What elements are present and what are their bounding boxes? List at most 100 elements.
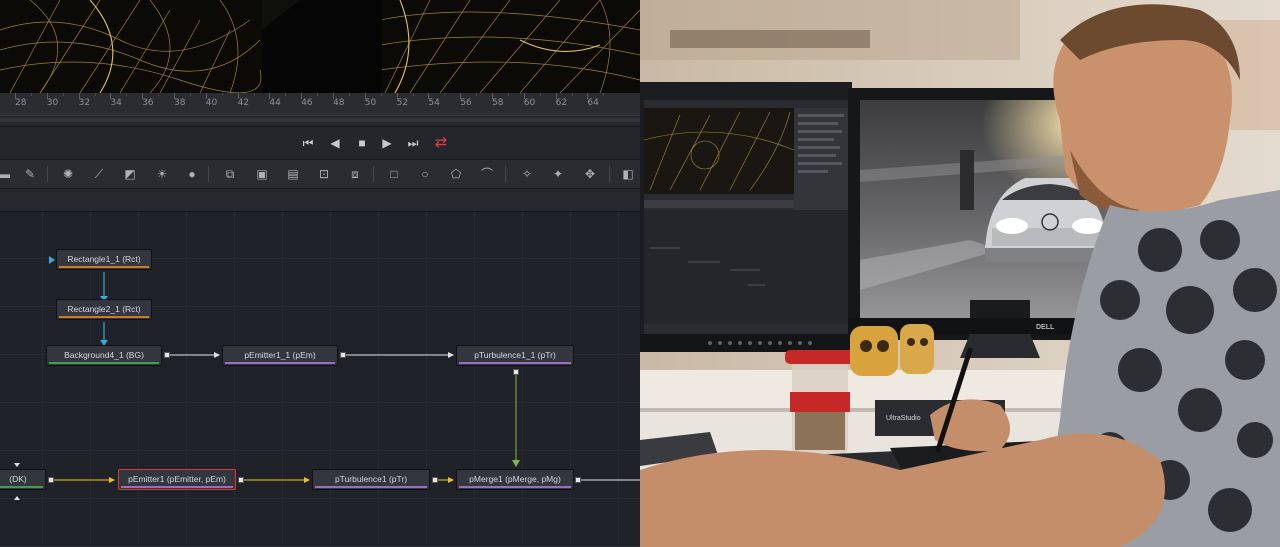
ruler-minor-tick <box>444 93 446 96</box>
skip-to-end-button[interactable]: ⏭ <box>402 133 424 153</box>
node-output-port[interactable] <box>432 477 438 483</box>
time-scrub-bar[interactable] <box>0 116 640 127</box>
ruler-tick-label: 62 <box>555 98 568 108</box>
matte-icon[interactable]: ▣ <box>252 164 272 184</box>
node-label: (DK) <box>9 474 27 484</box>
brightness-icon[interactable]: ☀ <box>152 164 172 184</box>
ruler-tick-label: 44 <box>269 98 281 108</box>
curves-icon[interactable]: ⟋ <box>89 164 109 184</box>
ruler-tick-label: 60 <box>523 98 536 108</box>
node-pturbulence1[interactable]: pTurbulence1 (pTr) <box>312 469 430 490</box>
ruler-tick-label: 48 <box>333 98 345 108</box>
transport-controls: ⏮ ◀ ■ ▶ ⏭ ⇄ <box>0 127 640 160</box>
ruler-minor-tick <box>571 93 573 96</box>
node-rectangle2-1[interactable]: Rectangle2_1 (Rct) <box>56 299 152 320</box>
ruler-minor-tick <box>348 93 350 96</box>
timeline-ruler[interactable]: 28 30 32 34 36 38 40 42 44 46 48 50 52 54 56 58 60 62 64 <box>0 93 640 116</box>
workstation-photo-illustration <box>640 0 1280 547</box>
node-output-port[interactable] <box>238 477 244 483</box>
tracker-icon[interactable]: ✧ <box>517 164 537 184</box>
ruler-minor-tick <box>221 93 223 96</box>
renderer-3d-icon[interactable]: ◧ <box>618 164 638 184</box>
monitor-brand: DELL <box>1036 324 1055 331</box>
play-button[interactable]: ▶ <box>376 133 398 153</box>
ruler-tick-label: 32 <box>78 98 91 108</box>
ellipse-mask-icon[interactable]: ○ <box>415 164 435 184</box>
ruler-tick-label: 30 <box>46 98 59 108</box>
rectangle-mask-icon[interactable]: □ <box>384 164 404 184</box>
viewer-panel[interactable] <box>0 0 640 93</box>
paint-tool-icon[interactable]: ▬ <box>0 164 14 184</box>
workstation-photo: UltraStudio DELL <box>640 0 1280 547</box>
ruler-tick-label: 56 <box>460 98 472 108</box>
node-output-port[interactable] <box>575 477 581 483</box>
ruler-tick-label: 28 <box>15 98 27 108</box>
ruler-tick-label: 50 <box>364 98 377 108</box>
ruler-tick-label: 46 <box>301 98 313 108</box>
node-label: Background4_1 (BG) <box>64 350 144 360</box>
node-output-port[interactable] <box>513 369 519 375</box>
tools-toolbar: ▬ ✎ ✺ ⟋ ◩ ☀ ● ⧉ ▣ ▤ ⊡ ⧈ □ ○ ⬠ ⌒ ✧ ✦ ✥ ◧ <box>0 160 640 189</box>
loop-button[interactable]: ⇄ <box>430 133 452 153</box>
ruler-minor-tick <box>507 93 509 96</box>
ruler-minor-tick <box>253 93 255 96</box>
ruler-minor-tick <box>603 93 605 96</box>
ruler-tick-label: 58 <box>492 98 504 108</box>
node-background4-1[interactable]: Background4_1 (BG) <box>46 345 162 366</box>
ruler-tick-label: 38 <box>174 98 186 108</box>
node-pemitter1[interactable]: pEmitter1 (pEmitter, pEm) <box>118 469 236 490</box>
node-output-port[interactable] <box>340 352 346 358</box>
planar-tracker-icon[interactable]: ✦ <box>548 164 568 184</box>
node-pturbulence1-1[interactable]: pTurbulence1_1 (pTr) <box>456 345 574 366</box>
ruler-minor-tick <box>285 93 287 96</box>
merge-icon[interactable]: ⧉ <box>220 164 240 184</box>
ruler-minor-tick <box>30 93 32 96</box>
node-pmerge1[interactable]: pMerge1 (pMerge, pMg) <box>456 469 574 490</box>
channel-boolean-icon[interactable]: ▤ <box>283 164 303 184</box>
node-output-port[interactable] <box>164 352 170 358</box>
ruler-minor-tick <box>412 93 414 96</box>
node-label: pTurbulence1 (pTr) <box>334 474 408 484</box>
node-label: pMerge1 (pMerge, pMg) <box>469 474 561 484</box>
node-label: Rectangle1_1 (Rct) <box>67 254 141 264</box>
ruler-minor-tick <box>189 93 191 96</box>
play-reverse-button[interactable]: ◀ <box>324 133 346 153</box>
node-label: pEmitter1 (pEmitter, pEm) <box>128 474 226 484</box>
compositor-ui: 28 30 32 34 36 38 40 42 44 46 48 50 52 54 56 58 60 62 64 ⏮… <box>0 0 640 547</box>
polygon-mask-icon[interactable]: ⬠ <box>446 164 466 184</box>
ruler-minor-tick <box>94 93 96 96</box>
ruler-tick-label: 34 <box>110 98 122 108</box>
ruler-minor-tick <box>62 93 64 96</box>
skip-to-start-button[interactable]: ⏮ <box>297 133 319 153</box>
ruler-tick-label: 64 <box>587 98 599 108</box>
camera-tracker-icon[interactable]: ✥ <box>580 164 600 184</box>
node-rectangle1-1[interactable]: Rectangle1_1 (Rct) <box>56 249 152 270</box>
node-output-port[interactable] <box>48 477 54 483</box>
device-label: UltraStudio <box>886 415 921 422</box>
ruler-tick-label: 54 <box>428 98 440 108</box>
ruler-tick-label: 40 <box>205 98 218 108</box>
ruler-tick-label: 42 <box>237 98 250 108</box>
ruler-minor-tick <box>158 93 160 96</box>
node-dk[interactable]: (DK) <box>0 469 46 490</box>
ruler-minor-tick <box>317 93 319 96</box>
particles-icon[interactable]: ✺ <box>58 164 78 184</box>
ruler-minor-tick <box>126 93 128 96</box>
color-corrector-icon[interactable]: ◩ <box>120 164 140 184</box>
ruler-minor-tick <box>476 93 478 96</box>
blur-drop-icon[interactable]: ● <box>182 164 202 184</box>
crop-icon[interactable]: ⧈ <box>345 164 365 184</box>
ruler-tick-label: 52 <box>396 98 409 108</box>
node-label: Rectangle2_1 (Rct) <box>67 304 141 314</box>
node-editor-header <box>0 189 640 212</box>
brush-icon[interactable]: ✎ <box>20 164 40 184</box>
transform-icon[interactable]: ⊡ <box>314 164 334 184</box>
node-label: pTurbulence1_1 (pTr) <box>474 350 556 360</box>
stop-button[interactable]: ■ <box>351 133 373 153</box>
ruler-tick-label: 36 <box>142 98 154 108</box>
viewer-wireframe-image <box>0 0 640 93</box>
node-pemitter1-1[interactable]: pEmitter1_1 (pEm) <box>222 345 338 366</box>
node-label: pEmitter1_1 (pEm) <box>244 350 316 360</box>
ruler-minor-tick <box>539 93 541 96</box>
bspline-mask-icon[interactable]: ⌒ <box>477 164 497 184</box>
